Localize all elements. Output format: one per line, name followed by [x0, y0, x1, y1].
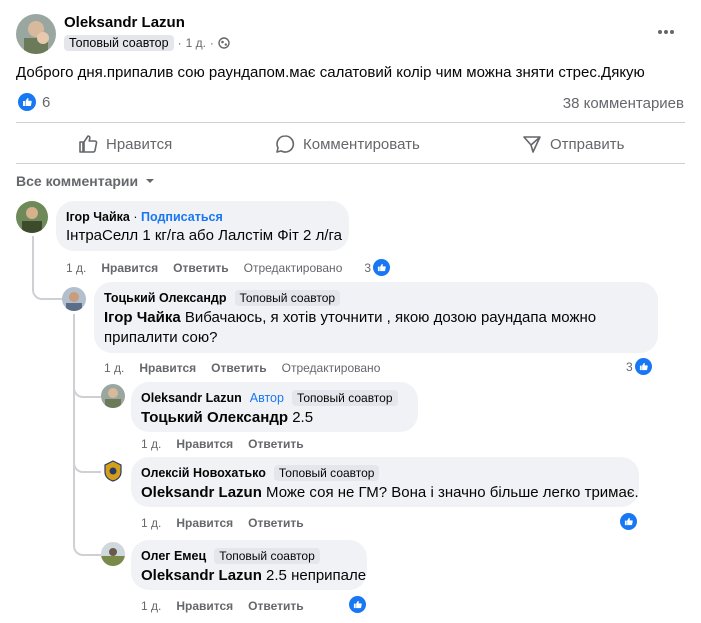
comment-time[interactable]: 1 д. — [66, 261, 86, 275]
post-time[interactable]: 1 д. — [186, 36, 206, 50]
comment-reaction-count[interactable]: 3 — [364, 261, 371, 275]
comment-bubble: Олексій Новохатько Топовый соавтор Oleks… — [131, 457, 639, 507]
like-reaction-icon[interactable] — [373, 259, 391, 276]
comment-text: 2.5 — [292, 409, 314, 426]
commenter-avatar[interactable] — [101, 459, 125, 483]
divider — [16, 163, 685, 164]
comment-bubble: Тоцький Олександр Топовый соавтор Ігор Ч… — [94, 282, 658, 353]
comment-time[interactable]: 1 д. — [141, 437, 161, 451]
top-contributor-badge[interactable]: Топовый соавтор — [291, 390, 398, 406]
comment-time[interactable]: 1 д. — [141, 599, 161, 613]
comments-filter-label: Все комментарии — [16, 173, 139, 189]
comments-count[interactable]: 38 комментариев — [563, 95, 684, 112]
comment-edited-label: Отредактировано — [243, 260, 343, 275]
thread-connector — [73, 380, 101, 398]
commenter-avatar[interactable] — [62, 287, 86, 311]
post-separator-2: · — [209, 36, 214, 50]
comment-reply-button[interactable]: Ответить — [248, 516, 303, 530]
like-button-label: Нравится — [106, 135, 173, 153]
author-tag: Автор — [249, 391, 284, 405]
like-reaction-icon[interactable] — [620, 513, 637, 530]
commenter-avatar[interactable] — [101, 542, 125, 566]
comment-author[interactable]: Олег Емец — [141, 549, 206, 563]
comment-time[interactable]: 1 д. — [141, 516, 161, 530]
like-button[interactable]: Нравится — [78, 134, 172, 154]
thread-connector — [73, 455, 101, 473]
comment-mention[interactable]: Oleksandr Lazun — [141, 484, 262, 501]
comment-author[interactable]: Oleksandr Lazun — [141, 391, 242, 405]
comment-separator: · — [133, 210, 142, 224]
comment-reply-button[interactable]: Ответить — [173, 261, 228, 275]
commenter-avatar[interactable] — [16, 201, 48, 233]
audience-globe-icon — [218, 37, 230, 49]
post-author-name[interactable]: Oleksandr Lazun — [64, 14, 185, 31]
top-contributor-badge[interactable]: Топовый соавтор — [214, 548, 320, 564]
post-separator: · — [177, 36, 182, 50]
comment-reply-button[interactable]: Ответить — [211, 361, 266, 375]
comment-reaction-count[interactable]: 3 — [626, 360, 633, 374]
comment-author[interactable]: Тоцький Олександр — [104, 291, 227, 305]
comment-time[interactable]: 1 д. — [104, 361, 124, 375]
comment-like-button[interactable]: Нравится — [176, 599, 233, 613]
top-contributor-badge[interactable]: Топовый соавтор — [234, 290, 341, 306]
comment-text: ІнтраСелл 1 кг/га або Лалстім Фіт 2 л/га — [66, 227, 342, 244]
comment-button[interactable]: Комментировать — [275, 134, 420, 154]
share-button-label: Отправить — [550, 135, 625, 153]
commenter-avatar[interactable] — [101, 384, 125, 408]
thread-connector — [73, 538, 101, 556]
comment-bubble: Oleksandr Lazun Автор Топовый соавтор То… — [131, 382, 418, 432]
thumbs-up-icon — [79, 135, 98, 153]
comment-text: Може соя не ГМ? Вона і значно більше лег… — [266, 484, 639, 501]
comment-edited-label: Отредактировано — [281, 361, 381, 375]
comment-mention[interactable]: Oleksandr Lazun — [141, 567, 262, 584]
comment-mention[interactable]: Ігор Чайка — [104, 309, 181, 326]
comment-like-button[interactable]: Нравится — [176, 437, 233, 451]
like-reaction-icon[interactable] — [634, 358, 652, 375]
comment-button-label: Комментировать — [303, 135, 420, 153]
top-contributor-badge[interactable]: Топовый соавтор — [64, 35, 174, 51]
like-count[interactable]: 6 — [42, 94, 50, 111]
comment-text: 2.5 неприпале — [266, 567, 367, 584]
comment-author[interactable]: Ігор Чайка — [66, 210, 130, 224]
comment-author[interactable]: Олексій Новохатько — [141, 466, 266, 480]
top-contributor-badge[interactable]: Топовый соавтор — [273, 465, 380, 481]
comment-bubble: Ігор Чайка · Подписаться ІнтраСелл 1 кг/… — [56, 201, 349, 251]
comments-filter[interactable]: Все комментарии — [16, 173, 156, 189]
divider — [16, 122, 685, 123]
thread-line — [73, 314, 75, 544]
chevron-down-icon — [146, 179, 155, 183]
comment-like-button[interactable]: Нравится — [176, 516, 233, 530]
like-reaction-icon[interactable] — [18, 93, 36, 111]
like-reaction-icon[interactable] — [349, 596, 366, 613]
comment-reply-button[interactable]: Ответить — [248, 599, 303, 613]
send-icon — [523, 136, 541, 153]
comment-like-button[interactable]: Нравится — [101, 261, 158, 275]
share-button[interactable]: Отправить — [522, 134, 624, 154]
comment-mention[interactable]: Тоцький Олександр — [141, 409, 288, 426]
comment-like-button[interactable]: Нравится — [139, 361, 196, 375]
thread-connector — [32, 280, 64, 300]
post-author-avatar[interactable] — [16, 14, 56, 54]
comment-bubble: Олег Емец Топовый соавтор Oleksandr Lazu… — [131, 540, 367, 590]
comment-reply-button[interactable]: Ответить — [248, 437, 303, 451]
comment-bubble-icon — [276, 135, 295, 153]
post-text: Доброго дня.припалив сою раундапом.має с… — [16, 64, 645, 81]
more-options-icon[interactable] — [656, 22, 676, 42]
follow-link[interactable]: Подписаться — [141, 210, 223, 224]
